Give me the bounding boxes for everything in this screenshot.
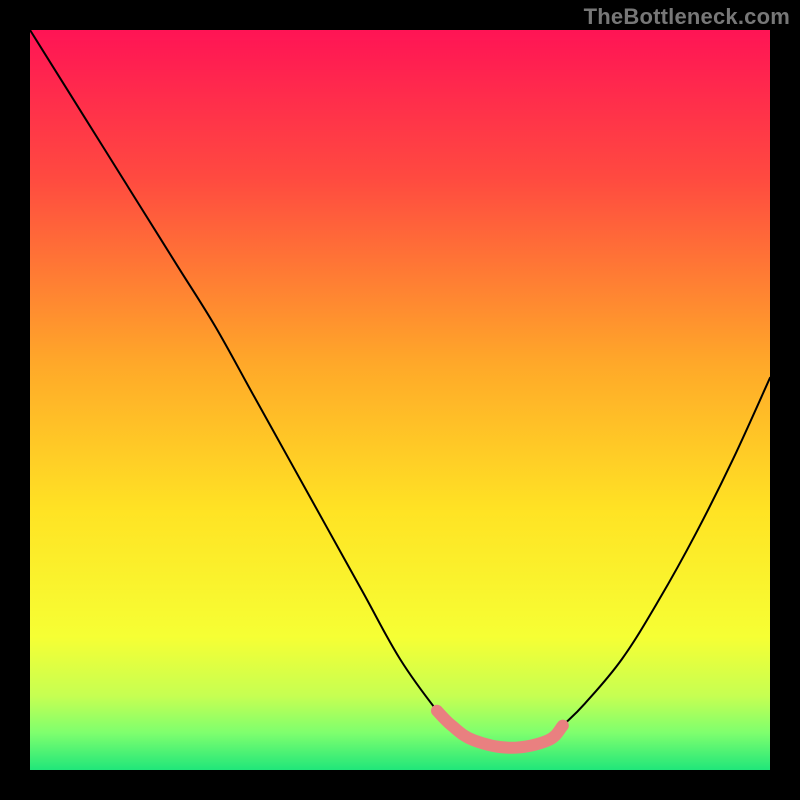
chart-frame: TheBottleneck.com <box>0 0 800 800</box>
bottleneck-chart <box>30 30 770 770</box>
watermark-text: TheBottleneck.com <box>584 4 790 30</box>
